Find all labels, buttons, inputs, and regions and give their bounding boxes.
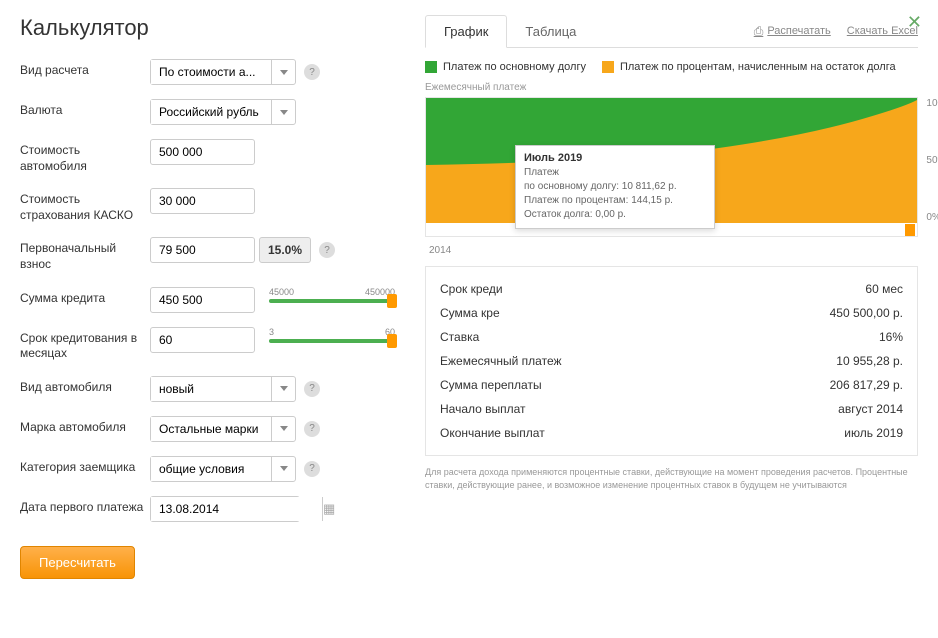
legend-color-principal bbox=[425, 61, 437, 73]
calendar-icon[interactable]: ▦ bbox=[322, 497, 335, 521]
y-tick: 100% bbox=[926, 98, 938, 109]
result-value: 10 955,28 р. bbox=[836, 354, 903, 368]
help-icon[interactable]: ? bbox=[319, 242, 335, 258]
result-value: 60 мес bbox=[865, 282, 903, 296]
slider-thumb[interactable] bbox=[387, 334, 397, 348]
tooltip-line: Остаток долга: 0,00 р. bbox=[524, 208, 706, 222]
car-brand-select[interactable] bbox=[150, 416, 296, 442]
help-icon[interactable]: ? bbox=[304, 421, 320, 437]
result-value: август 2014 bbox=[838, 402, 903, 416]
result-value: 450 500,00 р. bbox=[830, 306, 903, 320]
results-panel: График Таблица ⎙Распечатать Скачать Exce… bbox=[415, 15, 918, 623]
calculator-form: Калькулятор Вид расчета ? Валюта Стоим bbox=[20, 15, 415, 623]
kasko-input[interactable] bbox=[150, 188, 255, 214]
result-label: Срок креди bbox=[440, 282, 503, 296]
currency-select[interactable] bbox=[150, 99, 296, 125]
tooltip-line: по основному долгу: 10 811,62 р. bbox=[524, 180, 706, 194]
calc-type-label: Вид расчета bbox=[20, 59, 150, 79]
first-pay-date-input[interactable]: ▦ bbox=[150, 496, 300, 522]
term-slider[interactable]: 360 bbox=[269, 327, 395, 353]
down-payment-pct: 15.0% bbox=[259, 237, 311, 263]
chevron-down-icon[interactable] bbox=[271, 100, 295, 124]
y-tick: 50% bbox=[926, 155, 938, 166]
tooltip-sub: Платеж bbox=[524, 166, 706, 180]
result-label: Сумма кре bbox=[440, 306, 500, 320]
slider-thumb[interactable] bbox=[387, 294, 397, 308]
result-label: Начало выплат bbox=[440, 402, 526, 416]
first-pay-date-label: Дата первого платежа bbox=[20, 496, 150, 516]
car-type-select[interactable] bbox=[150, 376, 296, 402]
car-cost-input[interactable] bbox=[150, 139, 255, 165]
kasko-label: Стоимость страхования КАСКО bbox=[20, 188, 150, 223]
download-excel-link[interactable]: Скачать Excel bbox=[847, 24, 918, 39]
slider-min: 3 bbox=[269, 327, 274, 337]
down-payment-input[interactable] bbox=[150, 237, 255, 263]
calc-type-value[interactable] bbox=[151, 60, 271, 84]
chart-marker[interactable] bbox=[905, 224, 915, 236]
currency-label: Валюта bbox=[20, 99, 150, 119]
borrower-cat-select[interactable] bbox=[150, 456, 296, 482]
y-tick: 0% bbox=[926, 212, 938, 223]
car-brand-value[interactable] bbox=[151, 417, 271, 441]
help-icon[interactable]: ? bbox=[304, 64, 320, 80]
down-payment-label: Первоначальный взнос bbox=[20, 237, 150, 272]
term-label: Срок кредитования в месяцах bbox=[20, 327, 150, 362]
result-value: июль 2019 bbox=[844, 426, 903, 440]
chevron-down-icon[interactable] bbox=[271, 377, 295, 401]
credit-sum-label: Сумма кредита bbox=[20, 287, 150, 307]
help-icon[interactable]: ? bbox=[304, 461, 320, 477]
help-icon[interactable]: ? bbox=[304, 381, 320, 397]
tooltip-line: Платеж по процентам: 144,15 р. bbox=[524, 194, 706, 208]
chevron-down-icon[interactable] bbox=[271, 457, 295, 481]
borrower-cat-value[interactable] bbox=[151, 457, 271, 481]
disclaimer-text: Для расчета дохода применяются процентны… bbox=[425, 466, 918, 491]
currency-value[interactable] bbox=[151, 100, 271, 124]
legend-color-interest bbox=[602, 61, 614, 73]
results-table: Срок креди60 мес Сумма кре450 500,00 р. … bbox=[425, 266, 918, 456]
print-label: Распечатать bbox=[767, 25, 830, 37]
calc-type-select[interactable] bbox=[150, 59, 296, 85]
result-label: Ежемесячный платеж bbox=[440, 354, 562, 368]
date-value[interactable] bbox=[151, 497, 322, 521]
result-value: 16% bbox=[879, 330, 903, 344]
print-link[interactable]: ⎙Распечатать bbox=[754, 24, 831, 39]
borrower-cat-label: Категория заемщика bbox=[20, 456, 150, 476]
print-icon: ⎙ bbox=[754, 24, 764, 39]
credit-sum-input[interactable] bbox=[150, 287, 255, 313]
car-type-value[interactable] bbox=[151, 377, 271, 401]
chart-title: Ежемесячный платеж bbox=[425, 82, 918, 93]
page-title: Калькулятор bbox=[20, 15, 395, 41]
credit-sum-slider[interactable]: 45000450000 bbox=[269, 287, 395, 313]
car-cost-label: Стоимость автомобиля bbox=[20, 139, 150, 174]
result-label: Сумма переплаты bbox=[440, 378, 542, 392]
tab-chart[interactable]: График bbox=[425, 15, 507, 48]
chart-tooltip: Июль 2019 Платеж по основному долгу: 10 … bbox=[515, 145, 715, 229]
chevron-down-icon[interactable] bbox=[271, 417, 295, 441]
result-label: Окончание выплат bbox=[440, 426, 545, 440]
tab-table[interactable]: Таблица bbox=[507, 16, 594, 47]
chart-legend: Платеж по основному долгу Платеж по проц… bbox=[425, 60, 918, 74]
car-type-label: Вид автомобиля bbox=[20, 376, 150, 396]
legend-label: Платеж по основному долгу bbox=[443, 60, 586, 74]
legend-label: Платеж по процентам, начисленным на оста… bbox=[620, 60, 896, 74]
slider-min: 45000 bbox=[269, 287, 294, 297]
car-brand-label: Марка автомобиля bbox=[20, 416, 150, 436]
term-input[interactable] bbox=[150, 327, 255, 353]
result-label: Ставка bbox=[440, 330, 479, 344]
chevron-down-icon[interactable] bbox=[271, 60, 295, 84]
result-value: 206 817,29 р. bbox=[830, 378, 903, 392]
x-tick: 2014 bbox=[425, 243, 918, 258]
tooltip-title: Июль 2019 bbox=[524, 152, 706, 164]
recalculate-button[interactable]: Пересчитать bbox=[20, 546, 135, 579]
